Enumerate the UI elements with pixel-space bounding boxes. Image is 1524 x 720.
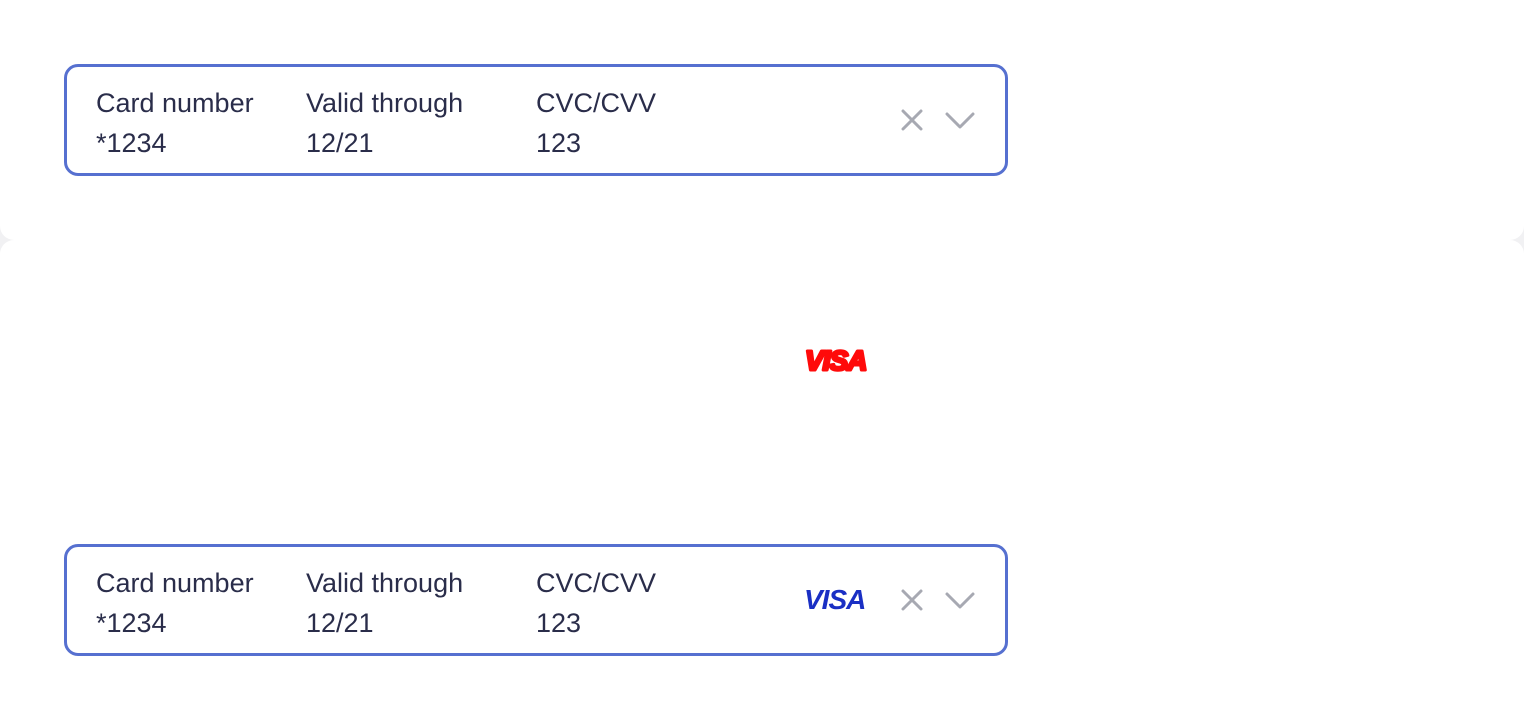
card-number-group: Card number *1234 [96, 567, 254, 639]
cvc-group: CVC/CVV 123 [536, 567, 656, 639]
card-number-label: Card number [96, 88, 254, 118]
cvc-value[interactable]: 123 [536, 127, 656, 159]
chevron-down-icon [945, 592, 975, 609]
valid-through-group: Valid through 12/21 [306, 567, 463, 639]
close-icon [901, 109, 923, 131]
visa-logo-red: VISA [804, 344, 869, 377]
valid-through-label: Valid through [306, 568, 464, 598]
card-number-value[interactable]: *1234 [96, 607, 254, 639]
expand-button[interactable] [943, 583, 977, 617]
card-number-value[interactable]: *1234 [96, 127, 254, 159]
card-number-group: Card number *1234 [96, 87, 254, 159]
valid-through-value[interactable]: 12/21 [306, 607, 463, 639]
cvc-value[interactable]: 123 [536, 607, 656, 639]
cvc-label: CVC/CVV [536, 568, 657, 598]
clear-button[interactable] [895, 103, 929, 137]
card-number-label: Card number [96, 568, 254, 598]
card-input-field-with-brand[interactable]: Card number *1234 Valid through 12/21 CV… [64, 544, 1008, 656]
cvc-label: CVC/CVV [536, 88, 657, 118]
valid-through-value[interactable]: 12/21 [306, 127, 463, 159]
visa-red-text: VISA [805, 345, 866, 376]
expand-button[interactable] [943, 103, 977, 137]
valid-through-label: Valid through [306, 88, 464, 118]
clear-button[interactable] [895, 583, 929, 617]
card-input-field[interactable]: Card number *1234 Valid through 12/21 CV… [64, 64, 1008, 176]
chevron-down-icon [945, 112, 975, 129]
valid-through-group: Valid through 12/21 [306, 87, 463, 159]
close-icon [901, 589, 923, 611]
visa-brand-text: VISA [804, 585, 865, 611]
visa-brand-logo: VISA [804, 585, 866, 611]
cvc-group: CVC/CVV 123 [536, 87, 656, 159]
top-panel: Card number *1234 Valid through 12/21 CV… [0, 0, 1524, 240]
